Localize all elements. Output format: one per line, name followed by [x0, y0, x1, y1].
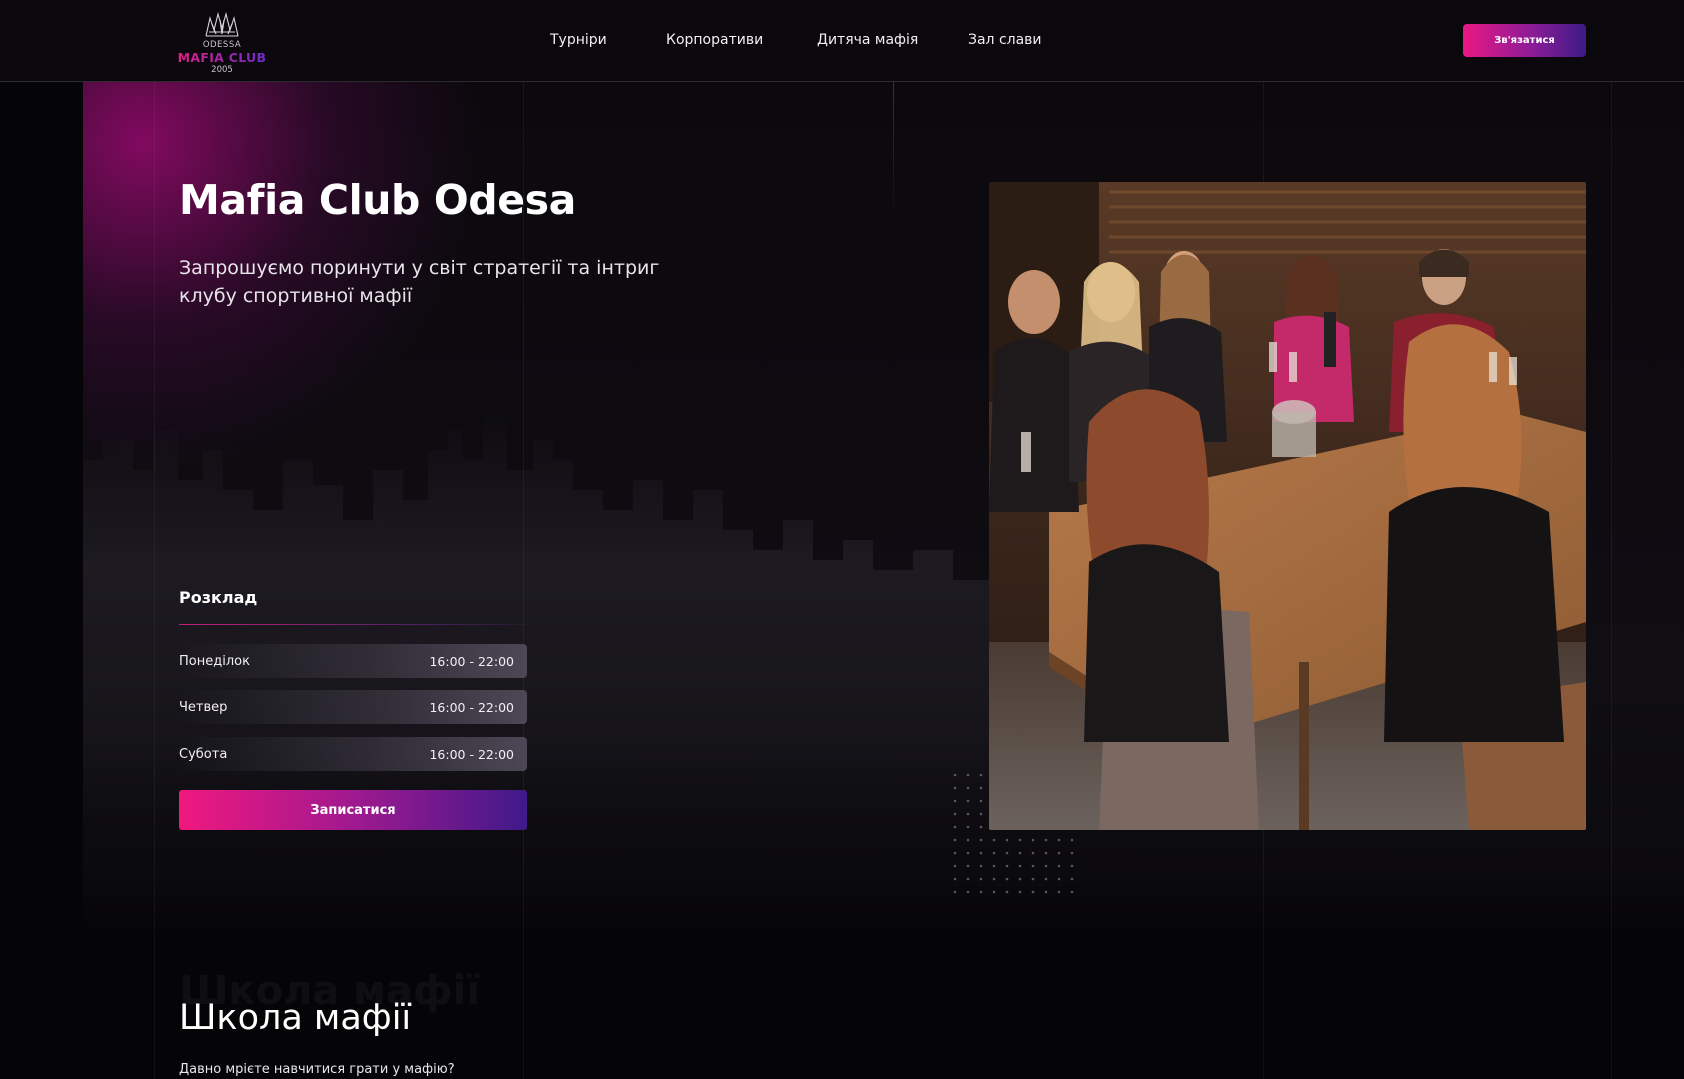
logo-city: ODESSA — [202, 40, 242, 50]
schedule-row: Четвер 16:00 - 22:00 — [179, 690, 527, 724]
grid-line-accent — [893, 82, 894, 1079]
hero-photo — [989, 182, 1586, 830]
schedule-row: Понеділок 16:00 - 22:00 — [179, 644, 527, 678]
school-subtitle: Давно мрієте навчитися грати у мафію? — [179, 1062, 455, 1077]
site-header: ODESSA MAFIA CLUB 2005 Турніри Корпорати… — [0, 0, 1684, 82]
grid-line — [523, 82, 524, 1079]
logo[interactable]: ODESSA MAFIA CLUB 2005 — [176, 8, 268, 76]
nav-kids-mafia[interactable]: Дитяча мафія — [817, 32, 918, 48]
schedule-time: 16:00 - 22:00 — [429, 746, 514, 762]
nav-hall-of-fame[interactable]: Зал слави — [968, 32, 1042, 48]
schedule-day: Понеділок — [179, 653, 250, 669]
hero-subtitle: Запрошуємо поринути у світ стратегії та … — [179, 257, 660, 307]
page: ODESSA MAFIA CLUB 2005 Турніри Корпорати… — [0, 0, 1684, 1079]
logo-name: MAFIA CLUB — [177, 50, 267, 65]
nav-corporate[interactable]: Корпоративи — [666, 32, 763, 48]
hero-title: Mafia Club Odesa — [179, 176, 576, 224]
schedule-divider — [179, 624, 527, 625]
crown-icon — [205, 11, 239, 37]
schedule-day: Субота — [179, 746, 228, 762]
grid-line — [154, 82, 155, 1079]
nav-tournaments[interactable]: Турніри — [550, 32, 607, 48]
schedule-time: 16:00 - 22:00 — [429, 653, 514, 669]
schedule-row: Субота 16:00 - 22:00 — [179, 737, 527, 771]
group-photo-icon — [989, 182, 1586, 830]
hero-fade — [83, 870, 1684, 940]
grid-line — [1611, 82, 1612, 1079]
school-title: Школа мафії — [179, 998, 412, 1038]
contact-button[interactable]: Зв'язатися — [1463, 24, 1586, 57]
schedule-day: Четвер — [179, 699, 228, 715]
schedule-time: 16:00 - 22:00 — [429, 699, 514, 715]
signup-button[interactable]: Записатися — [179, 790, 527, 830]
schedule-title: Розклад — [179, 588, 258, 607]
logo-year: 2005 — [211, 65, 233, 75]
